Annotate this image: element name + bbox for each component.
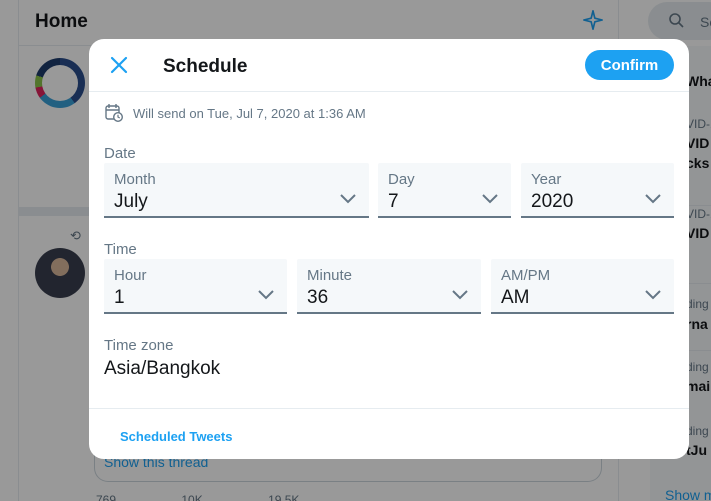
day-value: 7 [388,191,399,212]
scheduled-tweets-link[interactable]: Scheduled Tweets [120,429,232,444]
hour-select[interactable]: Hour 1 [104,259,287,314]
chevron-down-icon [645,290,661,300]
minute-value: 36 [307,287,329,308]
confirm-button[interactable]: Confirm [585,50,674,80]
modal-footer: Scheduled Tweets [89,408,689,459]
modal-header: Schedule Confirm [89,39,689,92]
time-section-label: Time [104,241,137,258]
day-select[interactable]: Day 7 [378,163,511,218]
schedule-modal: Schedule Confirm Will send on Tue, Jul 7… [89,39,689,459]
calendar-clock-icon [105,104,123,122]
hour-value: 1 [114,287,125,308]
ampm-select[interactable]: AM/PM AM [491,259,674,314]
chevron-down-icon [452,290,468,300]
month-label: Month [114,171,156,188]
day-label: Day [388,171,415,188]
month-select[interactable]: Month July [104,163,369,218]
chevron-down-icon [258,290,274,300]
hour-label: Hour [114,267,147,284]
close-button[interactable] [105,51,133,79]
will-send-summary: Will send on Tue, Jul 7, 2020 at 1:36 AM [105,103,366,123]
date-section-label: Date [104,145,136,162]
ampm-label: AM/PM [501,267,551,284]
chevron-down-icon [340,194,356,204]
modal-title: Schedule [163,56,248,77]
ampm-value: AM [501,287,530,308]
minute-label: Minute [307,267,353,284]
timezone-label: Time zone [104,337,174,354]
will-send-text: Will send on Tue, Jul 7, 2020 at 1:36 AM [133,105,366,121]
year-value: 2020 [531,191,574,212]
minute-select[interactable]: Minute 36 [297,259,481,314]
year-select[interactable]: Year 2020 [521,163,674,218]
chevron-down-icon [645,194,661,204]
year-label: Year [531,171,562,188]
timezone-value: Asia/Bangkok [104,358,221,379]
month-value: July [114,191,148,212]
chevron-down-icon [482,194,498,204]
close-icon [110,56,128,74]
